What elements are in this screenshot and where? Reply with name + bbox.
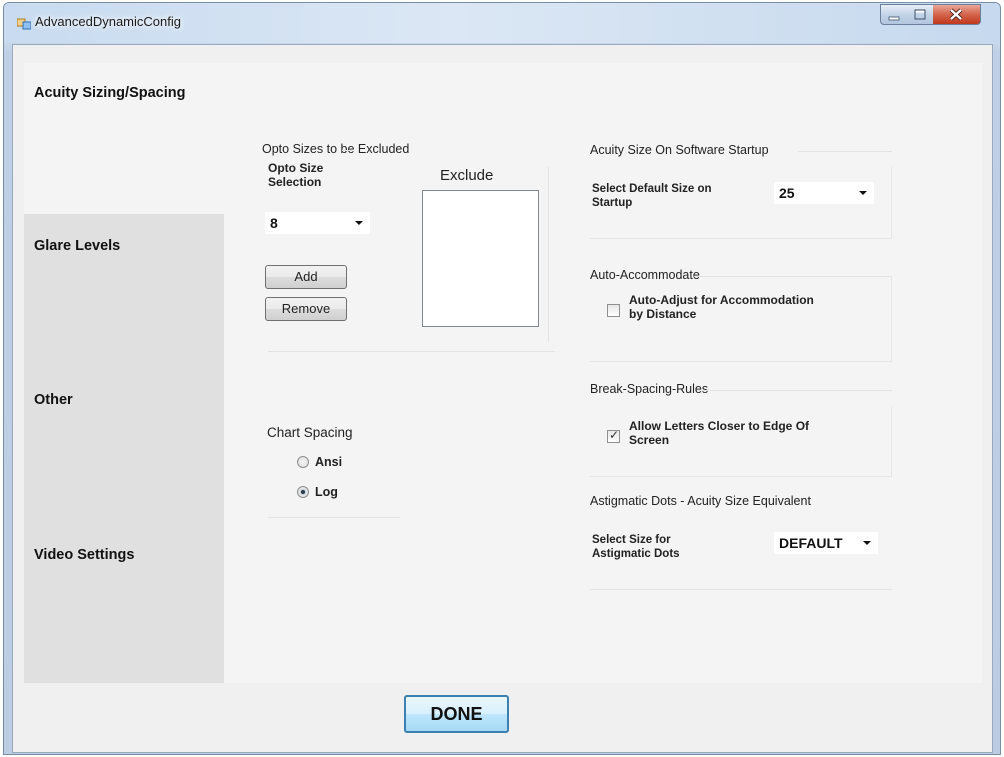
close-button[interactable] [933, 4, 981, 25]
astigmatic-group-label: Astigmatic Dots - Acuity Size Equivalent [590, 494, 811, 508]
client-area: Acuity Sizing/Spacing Glare Levels Other… [12, 44, 993, 753]
category-sidebar: Acuity Sizing/Spacing Glare Levels Other… [24, 63, 224, 683]
app-window: AdvancedDynamicConfig Acuity Sizing/Spac… [3, 2, 1001, 755]
group-divider [698, 390, 892, 391]
chevron-down-icon [859, 191, 867, 195]
default-size-value: 25 [779, 185, 795, 201]
astigmatic-size-select[interactable]: DEFAULT [774, 532, 878, 554]
minimize-icon [888, 16, 900, 21]
remove-button[interactable]: Remove [265, 297, 347, 321]
done-button[interactable]: DONE [404, 695, 509, 733]
astigmatic-size-value: DEFAULT [779, 535, 843, 551]
tab-other[interactable]: Other [24, 340, 224, 494]
app-icon [17, 18, 31, 30]
group-divider [268, 517, 400, 518]
opto-size-value: 8 [270, 215, 278, 231]
radio-ansi-label: Ansi [315, 455, 343, 469]
tab-acuity-sizing-spacing[interactable]: Acuity Sizing/Spacing [24, 63, 224, 214]
allow-letters-closer-checkbox[interactable] [607, 428, 620, 443]
opto-size-selection-label: Opto Size Selection [268, 161, 324, 189]
astigmatic-size-label: Select Size for Astigmatic Dots [592, 534, 680, 560]
chevron-down-icon [863, 541, 871, 545]
exclude-label: Exclude [440, 167, 494, 184]
settings-panel: Acuity Sizing/Spacing Glare Levels Other… [24, 63, 982, 683]
group-divider [268, 351, 555, 352]
title-bar[interactable]: AdvancedDynamicConfig [4, 3, 1000, 43]
tab-glare-levels[interactable]: Glare Levels [24, 214, 224, 340]
auto-adjust-label: Auto-Adjust for Accommodation by Distanc… [629, 293, 814, 321]
tab-video-settings[interactable]: Video Settings [24, 494, 224, 683]
opto-group-label: Opto Sizes to be Excluded [262, 142, 410, 156]
allow-letters-closer-label: Allow Letters Closer to Edge Of Screen [629, 419, 810, 447]
exclude-listbox[interactable] [422, 190, 539, 327]
group-divider [548, 167, 549, 342]
close-icon [949, 8, 963, 21]
minimize-button[interactable] [880, 4, 908, 25]
acuity-startup-group-label: Acuity Size On Software Startup [590, 143, 769, 157]
group-divider [798, 151, 892, 152]
default-size-select[interactable]: 25 [774, 182, 874, 204]
default-size-label: Select Default Size on Startup [592, 183, 712, 209]
add-button[interactable]: Add [265, 265, 347, 289]
opto-size-select[interactable]: 8 [265, 212, 370, 234]
chevron-down-icon [355, 221, 363, 225]
radio-ansi[interactable] [297, 456, 309, 468]
chart-spacing-label: Chart Spacing [267, 425, 353, 440]
group-divider [590, 589, 892, 590]
window-title: AdvancedDynamicConfig [35, 14, 181, 29]
maximize-icon [914, 9, 926, 20]
auto-adjust-checkbox[interactable] [607, 304, 620, 317]
maximize-button[interactable] [907, 4, 934, 25]
radio-log-label: Log [315, 485, 338, 499]
radio-log[interactable] [297, 486, 309, 498]
group-divider [342, 150, 352, 151]
break-spacing-group-label: Break-Spacing-Rules [590, 382, 709, 396]
